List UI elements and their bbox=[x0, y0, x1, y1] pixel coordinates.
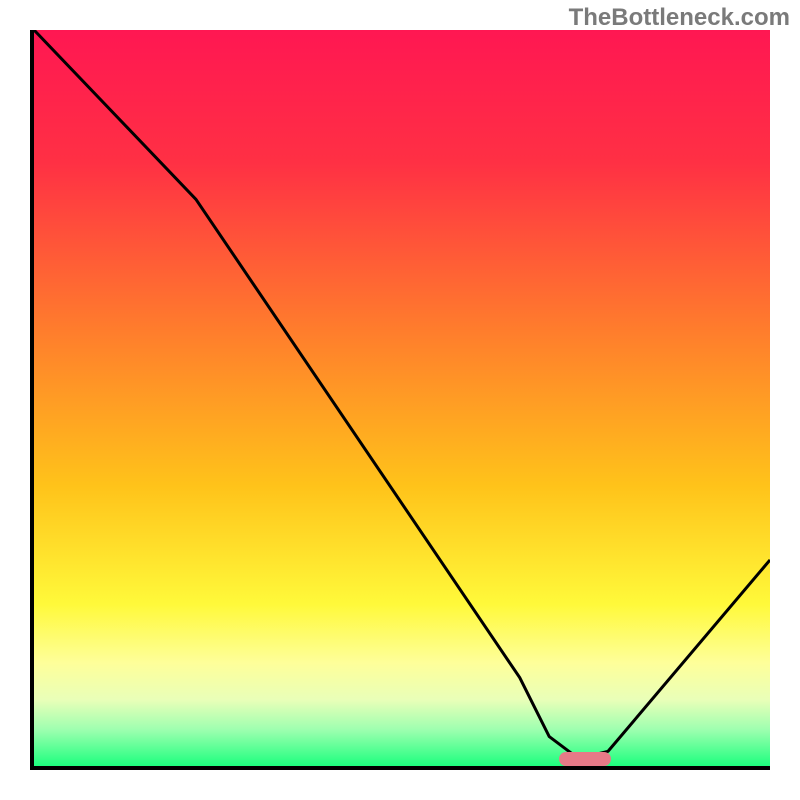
chart-container: TheBottleneck.com bbox=[0, 0, 800, 800]
watermark-text: TheBottleneck.com bbox=[569, 4, 790, 32]
optimal-range-marker bbox=[559, 752, 611, 766]
bottleneck-curve bbox=[34, 30, 770, 766]
plot-area bbox=[30, 30, 770, 770]
